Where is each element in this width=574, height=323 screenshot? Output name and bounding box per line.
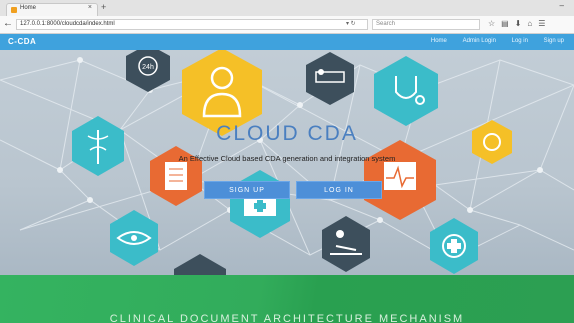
hero-title: CLOUD CDA (216, 122, 358, 145)
hero-subtitle: An Effective Cloud based CDA generation … (178, 154, 396, 163)
address-bar[interactable]: 127.0.0.1:8000/cloudcda/index.html (16, 19, 368, 30)
reload-icon[interactable]: ▾ ↻ (346, 20, 356, 27)
tab-title: Home (20, 5, 37, 11)
eye-icon (110, 210, 158, 266)
stethoscope-icon (374, 56, 438, 126)
site-menu: Home Admin Login Log in Sign up (417, 38, 564, 44)
nav-link-signup[interactable]: Sign up (544, 38, 564, 44)
feature-banner: CLINICAL DOCUMENT ARCHITECTURE MECHANISM (0, 275, 574, 323)
back-button[interactable]: ← (3, 18, 13, 30)
favicon-icon (11, 7, 17, 13)
nav-link-login[interactable]: Log in (512, 38, 528, 44)
nav-link-home[interactable]: Home (431, 38, 447, 44)
login-button[interactable]: LOG IN (296, 181, 382, 199)
site-navbar: C-CDA Home Admin Login Log in Sign up (0, 34, 574, 50)
new-tab-button[interactable]: + (101, 2, 106, 12)
browser-tab[interactable]: Home × (6, 3, 98, 16)
browser-window: Home × + – ← 127.0.0.1:8000/cloudcda/ind… (0, 0, 574, 323)
hospital-bed-icon (306, 52, 354, 105)
nav-link-admin-login[interactable]: Admin Login (463, 38, 496, 44)
search-input[interactable]: Search (372, 19, 480, 30)
toolbar-icons[interactable]: ☆▤⬇⌂☰ (488, 19, 551, 28)
site-brand[interactable]: C-CDA (8, 37, 36, 46)
signup-button[interactable]: SIGN UP (204, 181, 290, 199)
tab-bar: Home × + – (0, 0, 574, 16)
banner-title: CLINICAL DOCUMENT ARCHITECTURE MECHANISM (109, 313, 465, 323)
medical-cross-icon (430, 218, 478, 274)
close-tab-icon[interactable]: × (88, 4, 92, 11)
monitor-icon (174, 254, 226, 275)
clock-24h-icon: 24h (126, 50, 170, 92)
browser-toolbar: ← 127.0.0.1:8000/cloudcda/index.html ▾ ↻… (0, 16, 574, 34)
ecg-monitor-icon (364, 140, 436, 220)
hero-section: 24h CLOUD CDA An Effective Cloud based C… (0, 50, 574, 275)
minimize-button[interactable]: – (560, 1, 564, 10)
patient-care-icon (322, 216, 370, 272)
svg-text:24h: 24h (142, 64, 154, 71)
